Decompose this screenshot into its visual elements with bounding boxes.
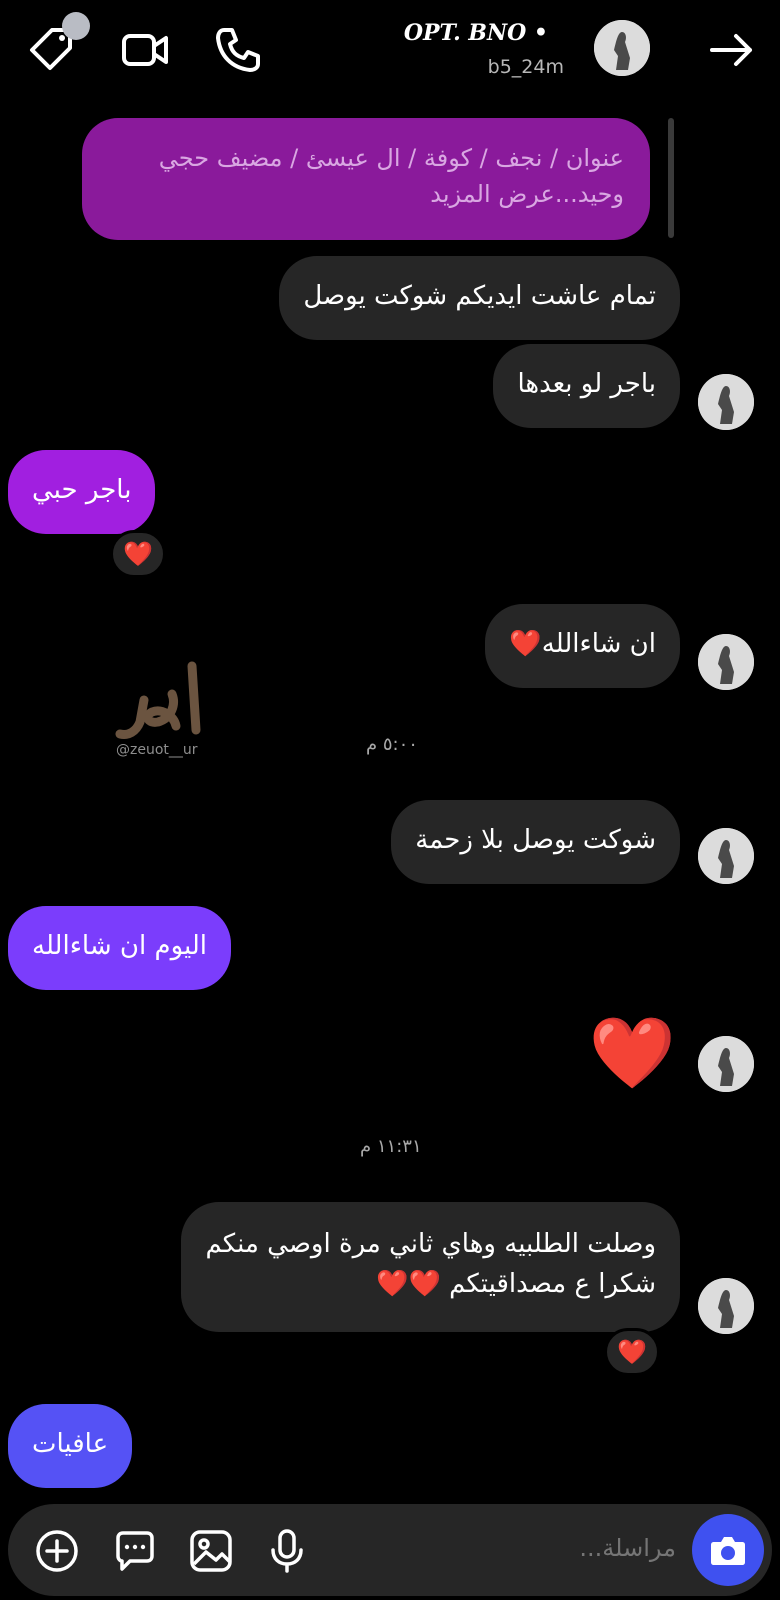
quote-bar bbox=[668, 118, 674, 238]
received-message[interactable]: ان شاءالله❤️ bbox=[485, 604, 680, 688]
sender-avatar[interactable] bbox=[698, 828, 754, 884]
sent-message[interactable]: اليوم ان شاءالله bbox=[8, 906, 231, 990]
message-composer bbox=[8, 1504, 772, 1596]
heart-emoji-message[interactable]: ❤️ bbox=[589, 1018, 676, 1088]
sender-avatar[interactable] bbox=[698, 1278, 754, 1334]
sender-avatar[interactable] bbox=[698, 1036, 754, 1092]
sent-message[interactable]: باجر حبي bbox=[8, 450, 156, 534]
sender-avatar[interactable] bbox=[698, 634, 754, 690]
add-icon[interactable] bbox=[34, 1528, 80, 1574]
timestamp: ١١:٣١ م bbox=[360, 1136, 422, 1157]
message-line: وصلت الطلبيه وهاي ثاني مرة اوصي منكم bbox=[205, 1229, 656, 1259]
reaction-heart[interactable]: ❤️ bbox=[604, 1328, 660, 1376]
camera-button[interactable] bbox=[692, 1514, 764, 1586]
received-message[interactable]: تمام عاشت ايديكم شوكت يوصل bbox=[279, 256, 680, 340]
message-input[interactable] bbox=[476, 1534, 676, 1562]
gallery-icon[interactable] bbox=[188, 1528, 234, 1574]
microphone-icon[interactable] bbox=[264, 1528, 310, 1574]
contact-name[interactable]: OPT. BNO • bbox=[404, 20, 548, 46]
message-line: شكرا ع مصداقيتكم ❤️❤️ bbox=[376, 1269, 656, 1299]
contact-avatar[interactable] bbox=[594, 20, 650, 76]
received-message[interactable]: وصلت الطلبيه وهاي ثاني مرة اوصي منكم شكر… bbox=[181, 1202, 680, 1332]
quoted-message[interactable]: عنوان / نجف / كوفة / ال عيسئ / مضيف حجي … bbox=[82, 118, 650, 240]
video-call-icon[interactable] bbox=[120, 24, 172, 76]
received-message[interactable]: شوكت يوصل بلا زحمة bbox=[391, 800, 680, 884]
timestamp: ٥:٠٠ م bbox=[366, 734, 418, 755]
received-message[interactable]: باجر لو بعدها bbox=[493, 344, 680, 428]
watermark-text: @zeuot__ur bbox=[116, 742, 198, 758]
sticker-chat-icon[interactable] bbox=[112, 1528, 158, 1574]
notification-dot bbox=[62, 12, 90, 40]
phone-icon[interactable] bbox=[212, 24, 264, 76]
contact-status: b5_24m bbox=[487, 56, 564, 78]
arrow-right-icon[interactable] bbox=[706, 24, 758, 76]
sender-avatar[interactable] bbox=[698, 374, 754, 430]
chat-header: OPT. BNO • b5_24m bbox=[0, 0, 780, 100]
camera-icon bbox=[711, 1537, 745, 1565]
sent-message[interactable]: عافيات bbox=[8, 1404, 133, 1488]
reaction-heart[interactable]: ❤️ bbox=[110, 530, 166, 578]
